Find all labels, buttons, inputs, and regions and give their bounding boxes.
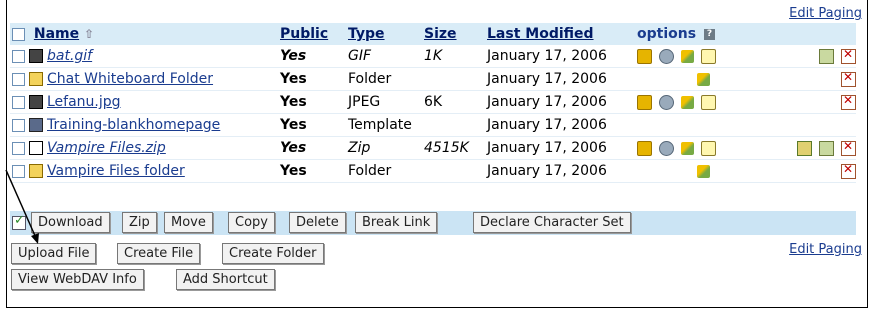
edit-file-icon[interactable] — [701, 48, 716, 64]
table-row: Training-blankhomepage Yes Template Janu… — [10, 113, 856, 137]
last-modified-column-header[interactable]: Last Modified — [487, 26, 594, 42]
table-row: Vampire Files folder Yes Folder January … — [10, 159, 856, 183]
delete-button[interactable]: Delete — [289, 212, 346, 233]
settings-icon[interactable] — [659, 48, 674, 64]
size-value — [424, 159, 487, 183]
modified-value: January 17, 2006 — [487, 90, 637, 114]
properties-icon[interactable] — [637, 94, 652, 110]
public-value: Yes — [280, 159, 348, 183]
add-shortcut-button[interactable]: Add Shortcut — [176, 269, 275, 290]
zip-button[interactable]: Zip — [122, 212, 157, 233]
file-name-link[interactable]: Chat Whiteboard Folder — [47, 71, 213, 87]
file-name-link[interactable]: Vampire Files.zip — [47, 140, 166, 156]
table-header: Name ⇧ Public Type Size Last Modified op… — [10, 23, 856, 45]
file-table: Name ⇧ Public Type Size Last Modified op… — [10, 23, 856, 183]
public-value: Yes — [280, 113, 348, 137]
table-row: bat.gif Yes GIF 1K January 17, 2006 — [10, 45, 856, 68]
delete-icon[interactable] — [841, 139, 856, 156]
modified-value: January 17, 2006 — [487, 67, 637, 91]
size-value — [424, 113, 487, 137]
edit-paging-link-bottom[interactable]: Edit Paging — [789, 242, 862, 257]
view-webdav-info-button[interactable]: View WebDAV Info — [11, 269, 144, 290]
break-link-button[interactable]: Break Link — [355, 212, 438, 233]
delete-icon[interactable] — [841, 47, 856, 64]
size-value — [424, 67, 487, 91]
edit-file-icon[interactable] — [701, 94, 716, 110]
rename-icon[interactable] — [697, 164, 710, 178]
type-value: JPEG — [348, 90, 424, 114]
type-value: Folder — [348, 67, 424, 91]
move-button[interactable]: Move — [164, 212, 213, 233]
size-value: 1K — [424, 45, 487, 68]
delete-icon[interactable] — [841, 162, 856, 179]
copy-button[interactable]: Copy — [228, 212, 275, 233]
type-value: Zip — [348, 136, 424, 160]
edit-paging-link-top[interactable]: Edit Paging — [789, 6, 862, 21]
options-column-header: options — [637, 26, 697, 42]
public-value: Yes — [280, 45, 348, 68]
public-value: Yes — [280, 136, 348, 160]
modified-value: January 17, 2006 — [487, 159, 637, 183]
edit-file-icon[interactable] — [701, 140, 716, 156]
delete-icon[interactable] — [841, 70, 856, 87]
rename-icon[interactable] — [697, 72, 710, 86]
sort-ascending-icon[interactable]: ⇧ — [84, 27, 94, 41]
help-icon[interactable]: ? — [703, 28, 715, 40]
action-bar: Download Zip Move Copy Delete Break Link… — [10, 211, 856, 235]
size-value: 4515K — [424, 136, 487, 160]
annotation-arrow — [5, 169, 39, 244]
file-name-link[interactable]: Vampire Files folder — [47, 163, 185, 179]
table-row: Vampire Files.zip Yes Zip 4515K January … — [10, 136, 856, 160]
type-value: Folder — [348, 159, 424, 183]
modified-value: January 17, 2006 — [487, 45, 637, 68]
type-column-header[interactable]: Type — [348, 26, 385, 42]
rename-icon[interactable] — [681, 95, 694, 109]
public-value: Yes — [280, 90, 348, 114]
delete-icon[interactable] — [841, 93, 856, 110]
table-row: Chat Whiteboard Folder Yes Folder Januar… — [10, 67, 856, 91]
type-value: GIF — [348, 45, 424, 68]
public-column-header[interactable]: Public — [280, 26, 328, 42]
shortcut-icon[interactable] — [819, 48, 834, 64]
type-value: Template — [348, 113, 424, 137]
size-column-header[interactable]: Size — [424, 26, 457, 42]
shortcut-icon[interactable] — [819, 140, 834, 156]
settings-icon[interactable] — [659, 94, 674, 110]
modified-value: January 17, 2006 — [487, 113, 637, 137]
rename-icon[interactable] — [681, 49, 694, 63]
rename-icon[interactable] — [681, 141, 694, 155]
modified-value: January 17, 2006 — [487, 136, 637, 160]
table-row: Lefanu.jpg Yes JPEG 6K January 17, 2006 — [10, 90, 856, 114]
settings-icon[interactable] — [659, 140, 674, 156]
properties-icon[interactable] — [637, 140, 652, 156]
declare-character-set-button[interactable]: Declare Character Set — [473, 212, 631, 233]
file-name-link[interactable]: Training-blankhomepage — [47, 117, 220, 133]
unzip-icon[interactable] — [797, 140, 812, 156]
properties-icon[interactable] — [637, 48, 652, 64]
create-folder-button[interactable]: Create Folder — [222, 243, 324, 264]
create-file-button[interactable]: Create File — [117, 243, 201, 264]
public-value: Yes — [280, 67, 348, 91]
size-value: 6K — [424, 90, 487, 114]
